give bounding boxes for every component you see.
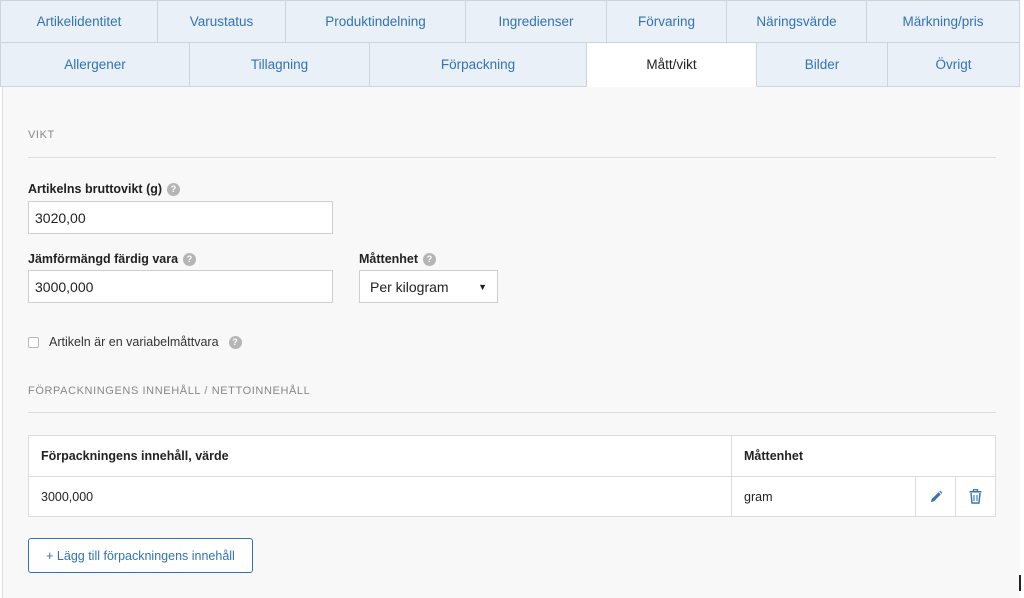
tab-forvaring[interactable]: Förvaring [607, 0, 727, 43]
tab-matt-vikt[interactable]: Mått/vikt [587, 43, 757, 87]
gross-weight-input[interactable]: 3020,00 [28, 201, 333, 234]
tab-ingredienser[interactable]: Ingredienser [466, 0, 607, 43]
question-circle-icon[interactable]: ? [183, 252, 197, 266]
trash-icon [969, 489, 982, 504]
question-circle-icon[interactable]: ? [228, 335, 242, 349]
column-header-value: Förpackningens innehåll, värde [29, 436, 732, 476]
section-divider [28, 412, 996, 413]
variable-measure-label: Artikeln är en variabelmåttvara [49, 335, 219, 349]
variable-measure-checkbox[interactable] [28, 336, 39, 348]
unit-select[interactable]: Per kilogram ▼ [359, 270, 498, 303]
section-title-net-content: FÖRPACKNINGENS INNEHÅLL / NETTOINNEHÅLL [28, 385, 311, 397]
tab-row-primary: Artikelidentitet Varustatus Produktindel… [0, 0, 1020, 43]
comparison-label-row: Jämförmängd färdig vara ? [28, 252, 197, 266]
question-circle-icon[interactable]: ? [167, 182, 181, 196]
table-header-row: Förpackningens innehåll, värde Måttenhet [29, 436, 995, 477]
tab-row-secondary: Allergener Tillagning Förpackning Mått/v… [0, 43, 1020, 87]
tab-forpackning[interactable]: Förpackning [370, 43, 587, 87]
edit-button[interactable] [916, 477, 956, 516]
delete-button[interactable] [956, 477, 995, 516]
gross-weight-label-row: Artikelns bruttovikt (g) ? [28, 182, 181, 196]
tab-tillagning[interactable]: Tillagning [190, 43, 370, 87]
tab-produktindelning[interactable]: Produktindelning [286, 0, 466, 43]
caret-down-icon: ▼ [478, 281, 487, 292]
section-divider [28, 157, 996, 158]
cell-unit: gram [732, 477, 916, 516]
add-net-content-button[interactable]: + Lägg till förpackningens innehåll [28, 538, 253, 573]
tab-content-panel: VIKT Artikelns bruttovikt (g) ? 3020,00 … [2, 87, 1020, 598]
net-content-table: Förpackningens innehåll, värde Måttenhet… [28, 435, 996, 517]
tab-varustatus[interactable]: Varustatus [158, 0, 286, 43]
text-cursor-icon [1019, 575, 1021, 591]
variable-measure-row: Artikeln är en variabelmåttvara ? [28, 335, 242, 349]
comparison-amount-label: Jämförmängd färdig vara [28, 252, 179, 266]
table-row: 3000,000 gram [29, 477, 995, 516]
tab-ovrigt[interactable]: Övrigt [888, 43, 1020, 87]
section-title-weight: VIKT [28, 129, 55, 141]
column-header-unit: Måttenhet [744, 449, 804, 463]
unit-label-row: Måttenhet ? [359, 252, 437, 266]
unit-label: Måttenhet [359, 252, 419, 266]
question-circle-icon[interactable]: ? [423, 252, 437, 266]
comparison-amount-input[interactable]: 3000,000 [28, 270, 333, 303]
tab-artikelidentitet[interactable]: Artikelidentitet [0, 0, 158, 43]
tab-bilder[interactable]: Bilder [757, 43, 888, 87]
tab-naringsvarde[interactable]: Näringsvärde [727, 0, 867, 43]
tab-allergener[interactable]: Allergener [0, 43, 190, 87]
unit-select-value: Per kilogram [370, 278, 449, 295]
cell-value: 3000,000 [29, 477, 732, 516]
tab-markning-pris[interactable]: Märkning/pris [867, 0, 1020, 43]
pencil-icon [930, 490, 942, 502]
gross-weight-label: Artikelns bruttovikt (g) [28, 182, 163, 196]
